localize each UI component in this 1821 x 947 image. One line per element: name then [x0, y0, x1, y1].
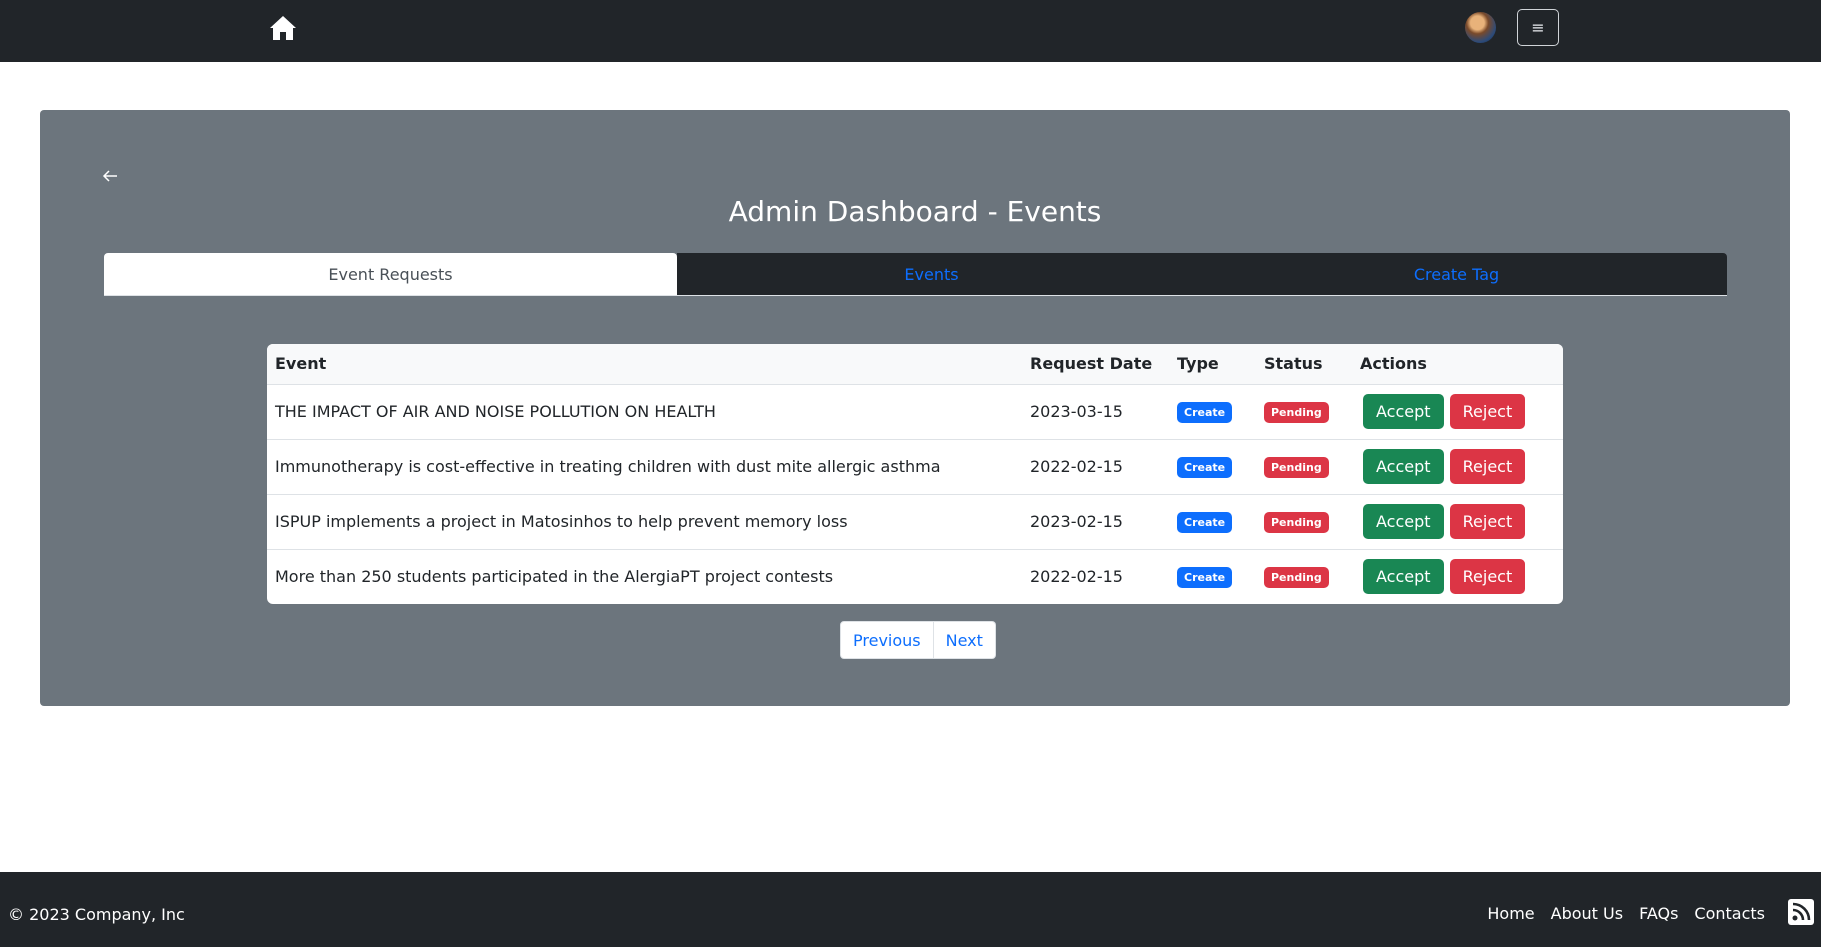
tab-bar: Event Requests Events Create Tag	[104, 253, 1727, 296]
type-badge: Create	[1177, 456, 1233, 478]
table-row: THE IMPACT OF AIR AND NOISE POLLUTION ON…	[267, 384, 1563, 440]
accept-button[interactable]: Accept	[1363, 449, 1444, 484]
accept-button[interactable]: Accept	[1363, 394, 1444, 429]
request-date: 2022-02-15	[1022, 439, 1169, 495]
footer-link-faqs[interactable]: FAQs	[1639, 904, 1678, 923]
event-name: ISPUP implements a project in Matosinhos…	[267, 494, 1022, 550]
column-header-request-date: Request Date	[1022, 344, 1169, 385]
reject-button[interactable]: Reject	[1449, 504, 1526, 539]
event-name: THE IMPACT OF AIR AND NOISE POLLUTION ON…	[267, 384, 1022, 440]
type-badge: Create	[1177, 511, 1233, 533]
copyright-text: © 2023 Company, Inc	[8, 905, 185, 924]
column-header-status: Status	[1256, 344, 1352, 385]
status-badge: Pending	[1264, 401, 1329, 423]
reject-button[interactable]: Reject	[1449, 449, 1526, 484]
column-header-event: Event	[267, 344, 1022, 385]
reject-button[interactable]: Reject	[1449, 394, 1526, 429]
request-date: 2023-02-15	[1022, 494, 1169, 550]
event-requests-table: Event Request Date Type Status Actions T…	[267, 344, 1563, 604]
column-header-type: Type	[1169, 344, 1256, 385]
home-icon[interactable]	[268, 13, 298, 43]
admin-panel: Admin Dashboard - Events Event Requests …	[40, 110, 1790, 706]
event-name: Immunotherapy is cost-effective in treat…	[267, 439, 1022, 495]
status-badge: Pending	[1264, 456, 1329, 478]
tab-events[interactable]: Events	[677, 253, 1186, 295]
table-row: Immunotherapy is cost-effective in treat…	[267, 439, 1563, 495]
next-page-button[interactable]: Next	[933, 621, 996, 659]
rss-icon[interactable]	[1788, 899, 1814, 925]
accept-button[interactable]: Accept	[1363, 504, 1444, 539]
top-navbar: ≡	[0, 0, 1821, 62]
menu-toggle-button[interactable]: ≡	[1517, 9, 1559, 46]
request-date: 2023-03-15	[1022, 384, 1169, 440]
table-row: More than 250 students participated in t…	[267, 549, 1563, 604]
type-badge: Create	[1177, 401, 1233, 423]
footer-link-contacts[interactable]: Contacts	[1694, 904, 1765, 923]
type-badge: Create	[1177, 566, 1233, 588]
event-name: More than 250 students participated in t…	[275, 567, 834, 587]
table-header-row: Event Request Date Type Status Actions	[267, 344, 1563, 385]
footer-nav: Home About Us FAQs Contacts	[1487, 904, 1765, 923]
pagination: Previous Next	[840, 621, 996, 659]
footer: © 2023 Company, Inc Home About Us FAQs C…	[0, 872, 1821, 947]
footer-link-home[interactable]: Home	[1487, 904, 1534, 923]
status-badge: Pending	[1264, 511, 1329, 533]
previous-page-button[interactable]: Previous	[840, 621, 934, 659]
status-badge: Pending	[1264, 566, 1329, 588]
request-date: 2022-02-15	[1030, 567, 1123, 587]
page-title: Admin Dashboard - Events	[728, 195, 1102, 228]
table-row: ISPUP implements a project in Matosinhos…	[267, 494, 1563, 550]
avatar[interactable]	[1465, 12, 1496, 43]
arrow-left-icon[interactable]	[100, 166, 120, 186]
column-header-actions: Actions	[1352, 344, 1563, 385]
hamburger-icon: ≡	[1531, 18, 1545, 37]
tab-event-requests[interactable]: Event Requests	[104, 253, 677, 295]
reject-button[interactable]: Reject	[1449, 559, 1526, 595]
footer-link-about-us[interactable]: About Us	[1551, 904, 1623, 923]
tab-create-tag[interactable]: Create Tag	[1186, 253, 1727, 295]
accept-button[interactable]: Accept	[1363, 559, 1444, 595]
